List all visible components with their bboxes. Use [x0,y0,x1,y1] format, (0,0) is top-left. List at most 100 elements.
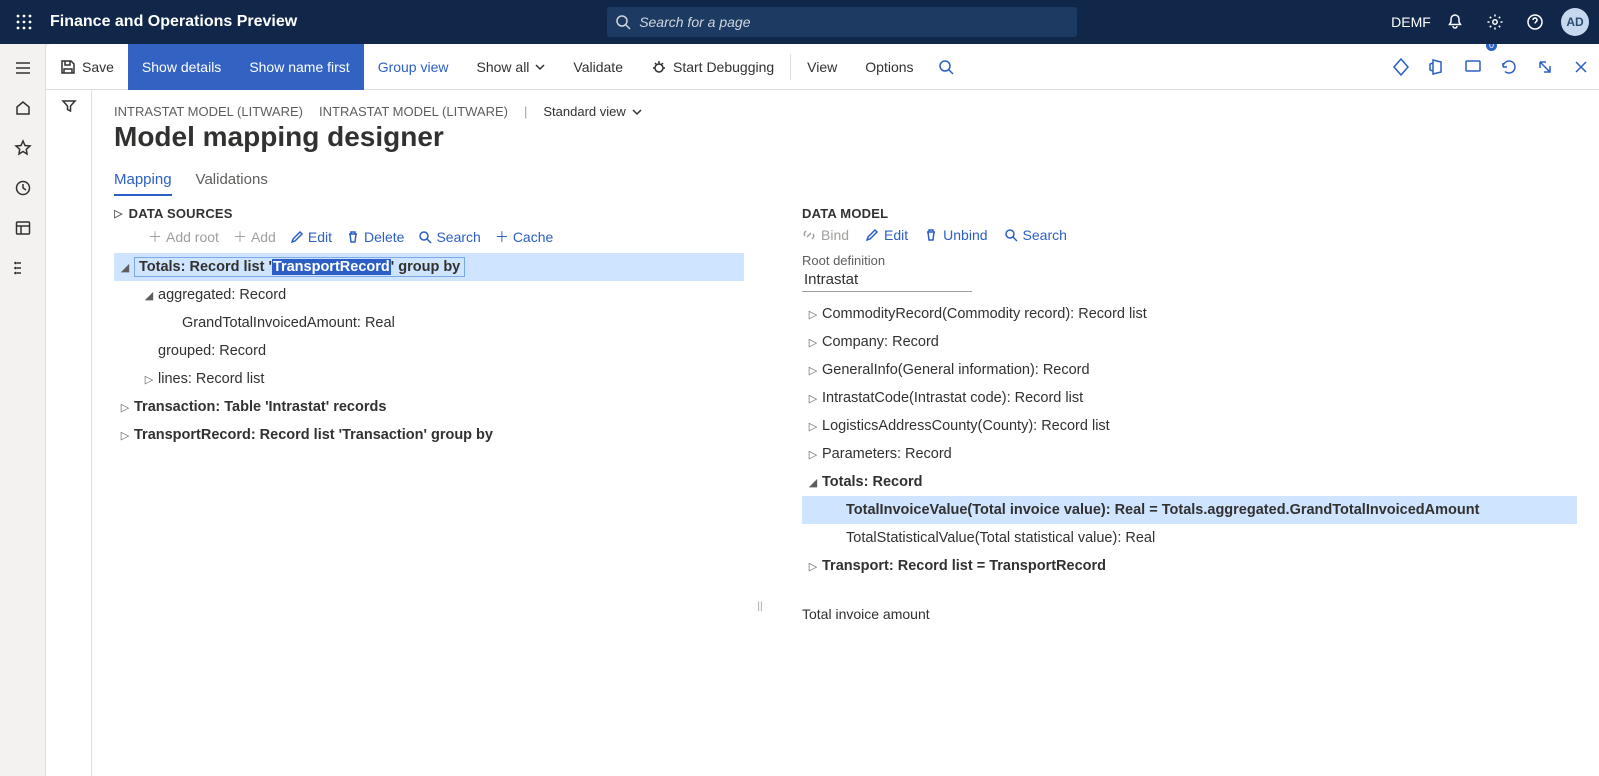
collapse-icon[interactable]: ▷ [114,207,123,220]
trash-icon [924,228,938,242]
office-icon[interactable] [1419,44,1455,90]
expand-icon[interactable]: ◢ [116,261,134,274]
tree-node-parameters[interactable]: ▷Parameters: Record [802,440,1577,468]
add-button: ＋Add [233,227,276,247]
search-button[interactable]: Search [1004,227,1067,243]
datasources-toolbar: ＋Add root ＋Add Edit Delete Search ＋Cache [148,227,744,247]
datasources-panel: ▷ DATA SOURCES ＋Add root ＋Add Edit Delet… [114,206,744,766]
tree-node-transportrecord[interactable]: ▷TransportRecord: Record list 'Transacti… [114,421,744,449]
link-icon [802,228,816,242]
datasources-tree: ◢ Totals: Record list 'TransportRecord' … [114,253,744,449]
attachments-icon[interactable] [1383,44,1419,90]
expand-icon[interactable]: ▷ [804,560,822,573]
tree-node-aggregated[interactable]: ◢aggregated: Record [114,281,744,309]
show-name-first-label: Show name first [249,59,349,75]
app-title: Finance and Operations Preview [50,13,297,31]
expand-icon[interactable]: ▷ [804,308,822,321]
global-search-input[interactable] [607,7,1077,37]
save-button[interactable]: Save [46,44,128,90]
hamburger-icon[interactable] [0,48,46,88]
show-name-first-button[interactable]: Show name first [235,44,363,90]
tree-node-company[interactable]: ▷Company: Record [802,328,1577,356]
favorites-icon[interactable] [0,128,46,168]
settings-icon[interactable] [1475,0,1515,44]
show-all-button[interactable]: Show all [463,44,560,90]
expand-icon[interactable]: ▷ [804,364,822,377]
search-icon [418,230,432,244]
popout-icon[interactable] [1527,44,1563,90]
splitter-handle[interactable]: || [754,206,766,766]
datasources-header: DATA SOURCES [129,206,233,221]
help-icon[interactable] [1515,0,1555,44]
tree-node-totals[interactable]: ◢ Totals: Record list 'TransportRecord' … [114,253,744,281]
datamodel-panel: DATA MODEL Bind Edit Unbind Search Root … [802,206,1577,766]
expand-icon[interactable]: ◢ [804,476,822,489]
company-label[interactable]: DEMF [1391,0,1431,44]
recent-icon[interactable] [0,168,46,208]
tree-node-intrastatcode[interactable]: ▷IntrastatCode(Intrastat code): Record l… [802,384,1577,412]
view-button[interactable]: View [793,44,851,90]
expand-icon[interactable]: ▷ [804,392,822,405]
trash-icon [346,230,360,244]
expand-icon[interactable]: ▷ [804,448,822,461]
start-debugging-button[interactable]: Start Debugging [637,44,788,90]
tree-node-generalinfo[interactable]: ▷GeneralInfo(General information): Recor… [802,356,1577,384]
close-icon[interactable] [1563,44,1599,90]
breadcrumb-item[interactable]: INTRASTAT MODEL (LITWARE) [319,104,508,119]
group-view-button[interactable]: Group view [364,44,463,90]
search-icon [1004,228,1018,242]
messages-icon[interactable]: 0 [1455,44,1491,90]
app-launcher-icon[interactable] [10,8,38,36]
unbind-button[interactable]: Unbind [924,227,987,243]
validate-button[interactable]: Validate [559,44,637,90]
expand-icon[interactable]: ◢ [140,289,158,302]
action-search-button[interactable] [928,44,964,90]
expand-icon[interactable]: ▷ [804,420,822,433]
tab-mapping[interactable]: Mapping [114,165,172,196]
home-icon[interactable] [0,88,46,128]
breadcrumb-item[interactable]: INTRASTAT MODEL (LITWARE) [114,104,303,119]
bind-button: Bind [802,227,849,243]
tree-node-totals[interactable]: ◢Totals: Record [802,468,1577,496]
filter-icon[interactable] [61,98,77,776]
edit-button[interactable]: Edit [865,227,908,243]
notifications-icon[interactable] [1435,0,1475,44]
tree-node-totalinvoice[interactable]: TotalInvoiceValue(Total invoice value): … [802,496,1577,524]
view-label: View [807,59,837,75]
expand-icon[interactable]: ▷ [140,373,158,386]
tree-node-commodity[interactable]: ▷CommodityRecord(Commodity record): Reco… [802,300,1577,328]
tree-node-transport[interactable]: ▷Transport: Record list = TransportRecor… [802,552,1577,580]
tree-node-grouped[interactable]: grouped: Record [114,337,744,365]
tree-node-transaction[interactable]: ▷Transaction: Table 'Intrastat' records [114,393,744,421]
expand-icon[interactable]: ▷ [116,429,134,442]
search-button[interactable]: Search [418,227,480,247]
expand-icon[interactable]: ▷ [804,336,822,349]
tree-node-lines[interactable]: ▷lines: Record list [114,365,744,393]
tree-node-grandtotal[interactable]: GrandTotalInvoicedAmount: Real [114,309,744,337]
page-title: Model mapping designer [114,121,1577,153]
root-definition-value[interactable]: Intrastat [802,268,972,292]
pencil-icon [865,228,879,242]
pencil-icon [290,230,304,244]
cache-button[interactable]: ＋Cache [495,227,553,247]
search-icon [615,14,631,30]
show-details-label: Show details [142,59,221,75]
refresh-icon[interactable] [1491,44,1527,90]
tree-node-logistics[interactable]: ▷LogisticsAddressCounty(County): Record … [802,412,1577,440]
tab-validations[interactable]: Validations [196,165,268,196]
modules-icon[interactable] [0,248,46,288]
tree-node-totalstat[interactable]: TotalStatisticalValue(Total statistical … [802,524,1577,552]
expand-icon[interactable]: ▷ [116,401,134,414]
edit-button[interactable]: Edit [290,227,332,247]
options-button[interactable]: Options [851,44,927,90]
delete-button[interactable]: Delete [346,227,404,247]
datamodel-header: DATA MODEL [802,206,888,221]
debug-icon [651,59,667,75]
root-definition-label: Root definition [802,253,1577,268]
user-avatar[interactable]: AD [1561,8,1589,36]
workspaces-icon[interactable] [0,208,46,248]
view-selector[interactable]: Standard view [543,104,641,119]
show-details-button[interactable]: Show details [128,44,235,90]
start-debugging-label: Start Debugging [673,59,774,75]
breadcrumb: INTRASTAT MODEL (LITWARE) INTRASTAT MODE… [114,104,1577,119]
